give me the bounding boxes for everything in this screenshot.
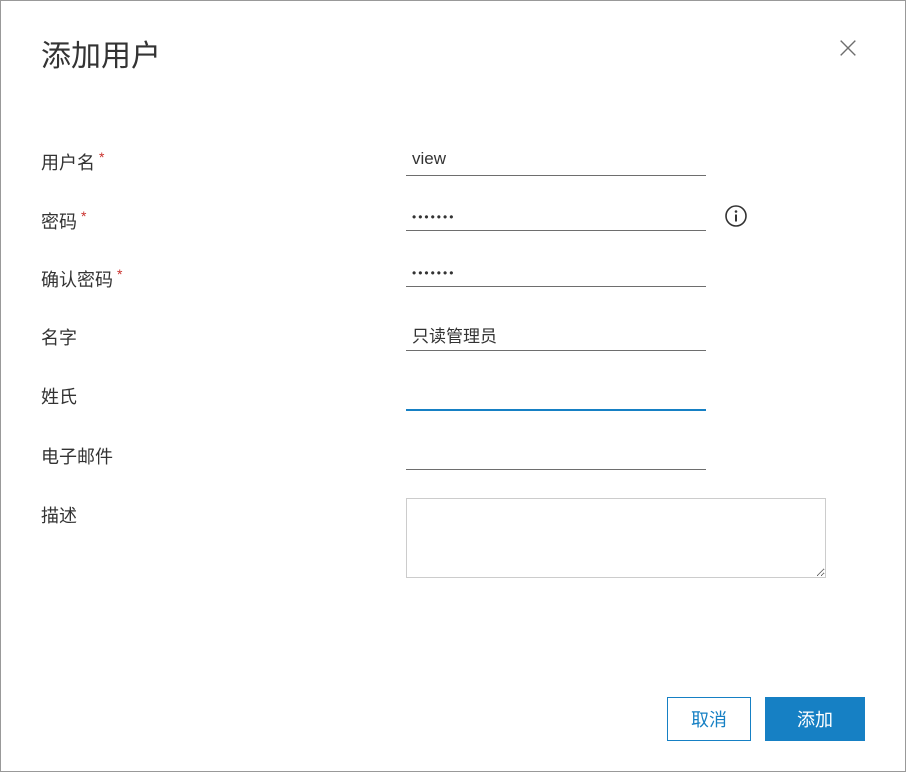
row-description: 描述: [41, 498, 865, 578]
label-description-text: 描述: [41, 506, 77, 526]
row-username: 用户名*: [41, 145, 865, 176]
first-name-input[interactable]: [406, 320, 706, 351]
password-input[interactable]: [406, 206, 706, 231]
dialog-header: 添加用户: [41, 21, 865, 75]
label-username-text: 用户名: [41, 153, 95, 173]
cancel-button[interactable]: 取消: [667, 697, 751, 741]
submit-button[interactable]: 添加: [765, 697, 865, 741]
required-mark: *: [117, 266, 122, 282]
required-mark: *: [99, 149, 104, 165]
label-password-text: 密码: [41, 212, 77, 232]
field-username: [406, 145, 865, 176]
label-email: 电子邮件: [41, 439, 406, 469]
label-last-name-text: 姓氏: [41, 387, 77, 407]
label-description: 描述: [41, 498, 406, 528]
username-input[interactable]: [406, 145, 706, 176]
confirm-password-input[interactable]: [406, 262, 706, 287]
required-mark: *: [81, 208, 86, 224]
add-user-dialog: 添加用户 用户名* 密码*: [0, 0, 906, 772]
email-input[interactable]: [406, 439, 706, 470]
field-description: [406, 498, 865, 578]
password-info-button[interactable]: [724, 204, 748, 233]
row-first-name: 名字: [41, 320, 865, 351]
label-password: 密码*: [41, 204, 406, 234]
row-password: 密码*: [41, 204, 865, 234]
label-first-name: 名字: [41, 320, 406, 350]
close-icon: [837, 35, 859, 65]
label-username: 用户名*: [41, 145, 406, 175]
dialog-footer: 取消 添加: [667, 697, 865, 741]
row-email: 电子邮件: [41, 439, 865, 470]
user-form: 用户名* 密码*: [41, 145, 865, 578]
dialog-title: 添加用户: [41, 31, 161, 75]
label-confirm-password: 确认密码*: [41, 262, 406, 292]
description-textarea[interactable]: [406, 498, 826, 578]
last-name-input[interactable]: [406, 379, 706, 411]
row-confirm-password: 确认密码*: [41, 262, 865, 292]
label-first-name-text: 名字: [41, 328, 77, 348]
label-last-name: 姓氏: [41, 379, 406, 409]
field-confirm-password: [406, 262, 865, 287]
field-last-name: [406, 379, 865, 411]
row-last-name: 姓氏: [41, 379, 865, 411]
close-button[interactable]: [831, 31, 865, 69]
label-email-text: 电子邮件: [41, 447, 113, 467]
field-first-name: [406, 320, 865, 351]
info-icon: [724, 204, 748, 233]
field-password: [406, 204, 865, 233]
field-email: [406, 439, 865, 470]
label-confirm-password-text: 确认密码: [41, 270, 113, 290]
